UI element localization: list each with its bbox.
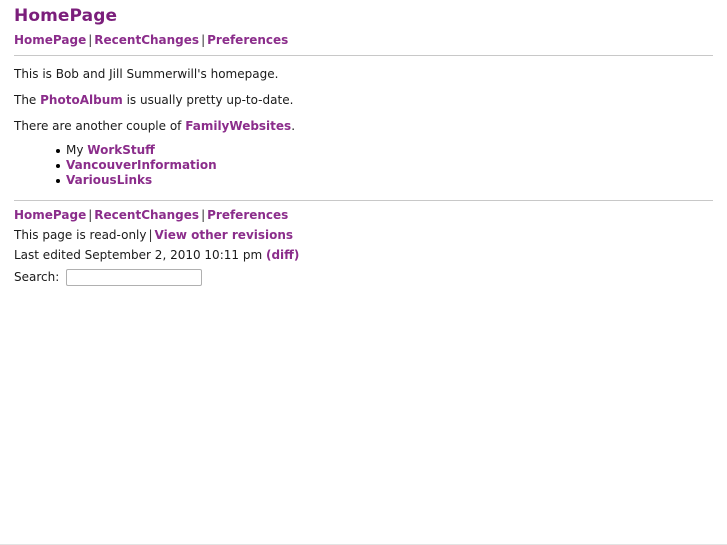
- paragraph-intro: This is Bob and Jill Summerwill's homepa…: [14, 56, 713, 82]
- link-vancouverinformation[interactable]: VancouverInformation: [66, 158, 217, 172]
- paragraph-photoalbum: The PhotoAlbum is usually pretty up-to-d…: [14, 82, 713, 108]
- footer-link-homepage[interactable]: HomePage: [14, 208, 86, 222]
- search-label: Search:: [14, 270, 60, 284]
- link-view-other-revisions[interactable]: View other revisions: [155, 228, 294, 242]
- text-segment: .: [291, 119, 296, 133]
- link-list: My WorkStuff VancouverInformation Variou…: [14, 143, 713, 188]
- last-edited-text: Last edited September 2, 2010 10:11 pm: [14, 248, 263, 262]
- text-segment: is usually pretty up-to-date.: [122, 93, 294, 107]
- wiki-page: HomePage HomePage | RecentChanges | Preferen…: [0, 0, 727, 545]
- readonly-status-line: This page is read-only | View other revisi…: [14, 223, 713, 243]
- readonly-status-text: This page is read-only: [14, 228, 147, 242]
- search-row: Search:: [14, 263, 713, 286]
- last-edited-line: Last edited September 2, 2010 10:11 pm (…: [14, 243, 713, 263]
- page-content: HomePage HomePage | RecentChanges | Preferen…: [0, 0, 727, 286]
- footer-navigation: HomePage | RecentChanges | Preferences: [14, 201, 713, 223]
- nav-separator: |: [201, 33, 206, 47]
- readonly-separator: |: [148, 228, 153, 242]
- text-segment: There are another couple of: [14, 119, 186, 133]
- link-variouslinks[interactable]: VariousLinks: [66, 173, 152, 187]
- nav-link-recentchanges[interactable]: RecentChanges: [94, 33, 199, 47]
- top-navigation: HomePage | RecentChanges | Preferences: [14, 33, 713, 48]
- nav-link-homepage[interactable]: HomePage: [14, 33, 86, 47]
- nav-link-preferences[interactable]: Preferences: [207, 33, 288, 47]
- footer-link-preferences[interactable]: Preferences: [207, 208, 288, 222]
- list-item: VariousLinks: [56, 173, 713, 188]
- list-item: My WorkStuff: [56, 143, 713, 158]
- list-item: VancouverInformation: [56, 158, 713, 173]
- footer-link-recentchanges[interactable]: RecentChanges: [94, 208, 199, 222]
- link-workstuff[interactable]: WorkStuff: [87, 143, 155, 157]
- link-diff[interactable]: (diff): [266, 248, 299, 262]
- footer-nav-separator: |: [201, 208, 206, 222]
- text-segment: The: [14, 93, 41, 107]
- text-segment: My: [66, 143, 88, 157]
- link-photoalbum[interactable]: PhotoAlbum: [40, 93, 123, 107]
- text-segment: This is Bob and Jill Summerwill's homepa…: [14, 67, 279, 81]
- page-title: HomePage: [14, 6, 118, 26]
- paragraph-familywebsites: There are another couple of FamilyWebsit…: [14, 108, 713, 134]
- link-familywebsites[interactable]: FamilyWebsites: [185, 119, 291, 133]
- search-input[interactable]: [66, 269, 203, 286]
